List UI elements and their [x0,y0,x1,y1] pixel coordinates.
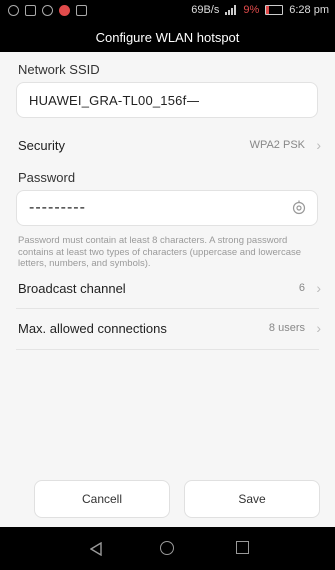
page-title: Configure WLAN hotspot [95,29,240,45]
status-bar: 69B/s 9% 6:28 pm [0,0,335,22]
signal-icon [225,5,237,15]
network-speed: 69B/s [191,4,220,16]
text-caret [187,101,200,103]
max-connections-value: 8 users [268,322,305,334]
navigation-bar [0,527,335,570]
broadcast-channel-row[interactable]: Broadcast channel 6 › [0,269,335,309]
ssid-label: Network SSID [18,62,100,77]
image-icon [76,5,87,16]
nav-home-icon[interactable] [160,541,174,555]
battery-percent: 9% [243,4,260,16]
broadcast-channel-value: 6 [298,282,305,294]
chevron-right-icon: › [316,320,321,336]
chevron-right-icon: › [316,137,321,153]
password-value: --------- [29,199,86,216]
sim-icon [25,5,36,16]
password-field[interactable]: --------- [16,190,318,226]
cancel-button[interactable]: Cancell [34,480,170,518]
clock: 6:28 pm [289,4,329,16]
security-row[interactable]: Security WPA2 PSK › [0,126,335,166]
eye-icon[interactable] [291,200,307,221]
record-icon [59,5,70,16]
chevron-right-icon: › [316,280,321,296]
ssid-value: HUAWEI_GRA-TL00_156f [29,93,200,108]
security-value: WPA2 PSK [249,139,305,151]
battery-icon [265,5,284,15]
status-icons-left [8,5,87,16]
ssid-field[interactable]: HUAWEI_GRA-TL00_156f [16,82,318,118]
max-connections-label: Max. allowed connections [18,321,167,336]
security-label: Security [18,138,65,153]
password-label: Password [18,170,76,185]
broadcast-channel-label: Broadcast channel [18,281,126,296]
notification-icon [8,5,19,16]
divider [16,349,319,350]
nav-back-icon[interactable] [89,541,102,561]
title-bar: Configure WLAN hotspot [0,22,335,52]
hotspot-icon [42,5,53,16]
max-connections-row[interactable]: Max. allowed connections 8 users › [0,309,335,349]
status-icons-right: 69B/s 9% 6:28 pm [191,4,329,16]
nav-recent-icon[interactable] [236,541,249,554]
password-hint: Password must contain at least 8 charact… [18,235,302,269]
save-button[interactable]: Save [184,480,320,518]
